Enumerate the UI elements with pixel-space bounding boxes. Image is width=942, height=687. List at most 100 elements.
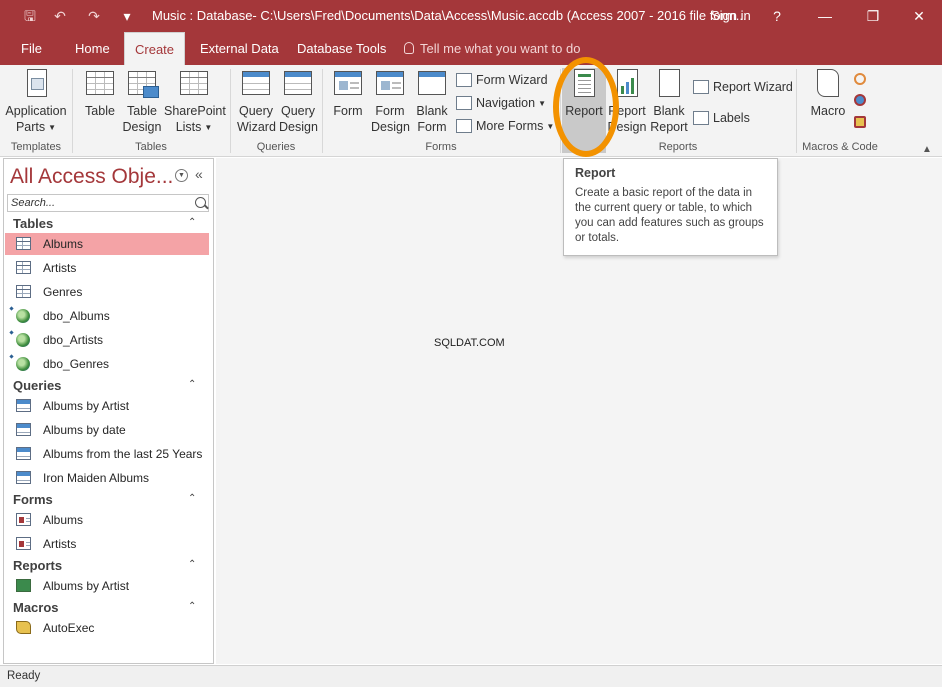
tab-file[interactable]: File: [11, 32, 52, 65]
report-design-icon: [617, 69, 638, 97]
close-button[interactable]: ✕: [896, 0, 942, 32]
query-design-label: Query: [280, 104, 316, 118]
query-design-label-2: Design: [279, 120, 318, 134]
nav-item-query[interactable]: Iron Maiden Albums: [5, 467, 209, 489]
nav-item-form[interactable]: Albums: [5, 509, 209, 531]
sharepoint-lists-icon: [180, 71, 208, 95]
collapse-section-icon[interactable]: ⌃: [188, 379, 196, 390]
minimize-button[interactable]: —: [802, 0, 848, 32]
module-icon[interactable]: [854, 73, 866, 85]
nav-item-label: AutoExec: [43, 621, 95, 635]
query-icon: [16, 471, 31, 484]
tab-external-data[interactable]: External Data: [190, 32, 289, 65]
title-bar: 🖫 ↶ ↷ ▾ Music : Database- C:\Users\Fred\…: [0, 0, 942, 32]
search-icon[interactable]: [195, 197, 206, 208]
form-icon: [16, 513, 31, 526]
help-button[interactable]: ?: [754, 0, 800, 32]
redo-icon[interactable]: ↷: [84, 6, 104, 26]
group-label-tables: Tables: [135, 141, 167, 153]
dropdown-caret-icon: ▼: [538, 99, 546, 108]
sharepoint-lists-button[interactable]: SharePoint Lists ▼: [164, 69, 226, 136]
query-wizard-button[interactable]: Query Wizard: [237, 69, 276, 135]
nav-item-macro[interactable]: AutoExec: [5, 617, 209, 639]
report-wizard-label: Report Wizard: [713, 80, 793, 94]
collapse-section-icon[interactable]: ⌃: [188, 217, 196, 228]
customize-qat-icon[interactable]: ▾: [118, 6, 136, 26]
visual-basic-icon[interactable]: [854, 116, 866, 128]
navigation-pane: All Access Obje... ▼ « Search... Tables …: [3, 158, 214, 664]
group-label-macros: Macros & Code: [802, 141, 878, 153]
table-button[interactable]: Table: [82, 69, 118, 119]
tell-me-search[interactable]: Tell me what you want to do: [404, 32, 580, 65]
report-wizard-button[interactable]: Report Wizard: [693, 77, 793, 97]
query-design-button[interactable]: Query Design: [279, 69, 318, 135]
nav-item-linked-table[interactable]: dbo_Artists: [5, 329, 209, 351]
nav-item-table[interactable]: Artists: [5, 257, 209, 279]
nav-item-label: Albums from the last 25 Years: [43, 447, 203, 461]
nav-item-query[interactable]: Albums from the last 25 Years: [5, 443, 209, 465]
nav-item-table[interactable]: Genres: [5, 281, 209, 303]
nav-item-label: Albums by Artist: [43, 399, 130, 413]
tab-create[interactable]: Create: [124, 32, 186, 65]
tab-database-tools[interactable]: Database Tools: [287, 32, 396, 65]
nav-menu-chevron-icon[interactable]: ▼: [175, 169, 188, 182]
restore-button[interactable]: ❐: [850, 0, 896, 32]
more-forms-label: More Forms: [476, 119, 544, 133]
section-forms[interactable]: Forms: [13, 492, 53, 507]
blank-form-button[interactable]: Blank Form: [414, 69, 450, 135]
collapse-section-icon[interactable]: ⌃: [188, 559, 196, 570]
undo-icon[interactable]: ↶: [50, 6, 70, 26]
section-tables[interactable]: Tables: [13, 216, 53, 231]
table-icon: [86, 71, 114, 95]
class-module-icon[interactable]: [854, 94, 866, 106]
form-wizard-icon: [456, 73, 472, 87]
section-macros[interactable]: Macros: [13, 600, 59, 615]
navigation-button[interactable]: Navigation ▼: [456, 93, 546, 113]
sharepoint-label-2: Lists: [175, 120, 202, 134]
query-icon: [16, 423, 31, 436]
nav-item-report[interactable]: Albums by Artist: [5, 575, 209, 597]
nav-item-table[interactable]: Albums: [5, 233, 209, 255]
blank-report-button[interactable]: Blank Report: [649, 69, 689, 135]
nav-item-label: dbo_Genres: [43, 357, 110, 371]
form-button[interactable]: Form: [331, 69, 365, 119]
nav-item-linked-table[interactable]: dbo_Albums: [5, 305, 209, 327]
application-parts-button[interactable]: Application Parts ▼: [4, 69, 68, 136]
nav-item-label: Artists: [43, 537, 77, 551]
collapse-section-icon[interactable]: ⌃: [188, 601, 196, 612]
collapse-ribbon-icon[interactable]: ▲: [922, 144, 932, 155]
table-icon: [16, 237, 31, 250]
save-icon[interactable]: 🖫: [20, 6, 40, 26]
section-queries[interactable]: Queries: [13, 378, 61, 393]
sign-in-link[interactable]: Sign in: [711, 8, 751, 23]
macro-scroll-icon: [16, 621, 31, 634]
application-parts-label: Application: [5, 104, 67, 118]
application-parts-icon: [27, 69, 47, 97]
nav-item-form[interactable]: Artists: [5, 533, 209, 555]
nav-item-query[interactable]: Albums by Artist: [5, 395, 209, 417]
labels-button[interactable]: Labels: [693, 108, 750, 128]
form-wizard-button[interactable]: Form Wizard: [456, 70, 548, 90]
section-reports[interactable]: Reports: [13, 558, 62, 573]
nav-search-input[interactable]: Search...: [7, 194, 209, 212]
form-icon: [334, 71, 362, 95]
table-design-button[interactable]: Table Design: [122, 69, 162, 135]
nav-item-query[interactable]: Albums by date: [5, 419, 209, 441]
form-design-button[interactable]: Form Design: [371, 69, 410, 135]
blank-report-icon: [659, 69, 680, 97]
tab-home[interactable]: Home: [65, 32, 120, 65]
more-forms-icon: [456, 119, 472, 133]
group-label-forms: Forms: [425, 141, 457, 153]
shutter-bar-icon[interactable]: «: [195, 166, 203, 182]
nav-item-label: Albums by date: [43, 423, 126, 437]
collapse-section-icon[interactable]: ⌃: [188, 493, 196, 504]
tooltip-body: Create a basic report of the data in the…: [575, 187, 764, 244]
more-forms-button[interactable]: More Forms ▼: [456, 116, 554, 136]
form-design-icon: [376, 71, 404, 95]
group-label-queries: Queries: [256, 141, 296, 153]
nav-item-linked-table[interactable]: dbo_Genres: [5, 353, 209, 375]
nav-pane-title[interactable]: All Access Obje...: [10, 165, 173, 189]
status-bar: Ready: [0, 665, 942, 687]
macro-button[interactable]: Macro: [808, 69, 848, 119]
linked-table-globe-icon: [16, 309, 30, 323]
